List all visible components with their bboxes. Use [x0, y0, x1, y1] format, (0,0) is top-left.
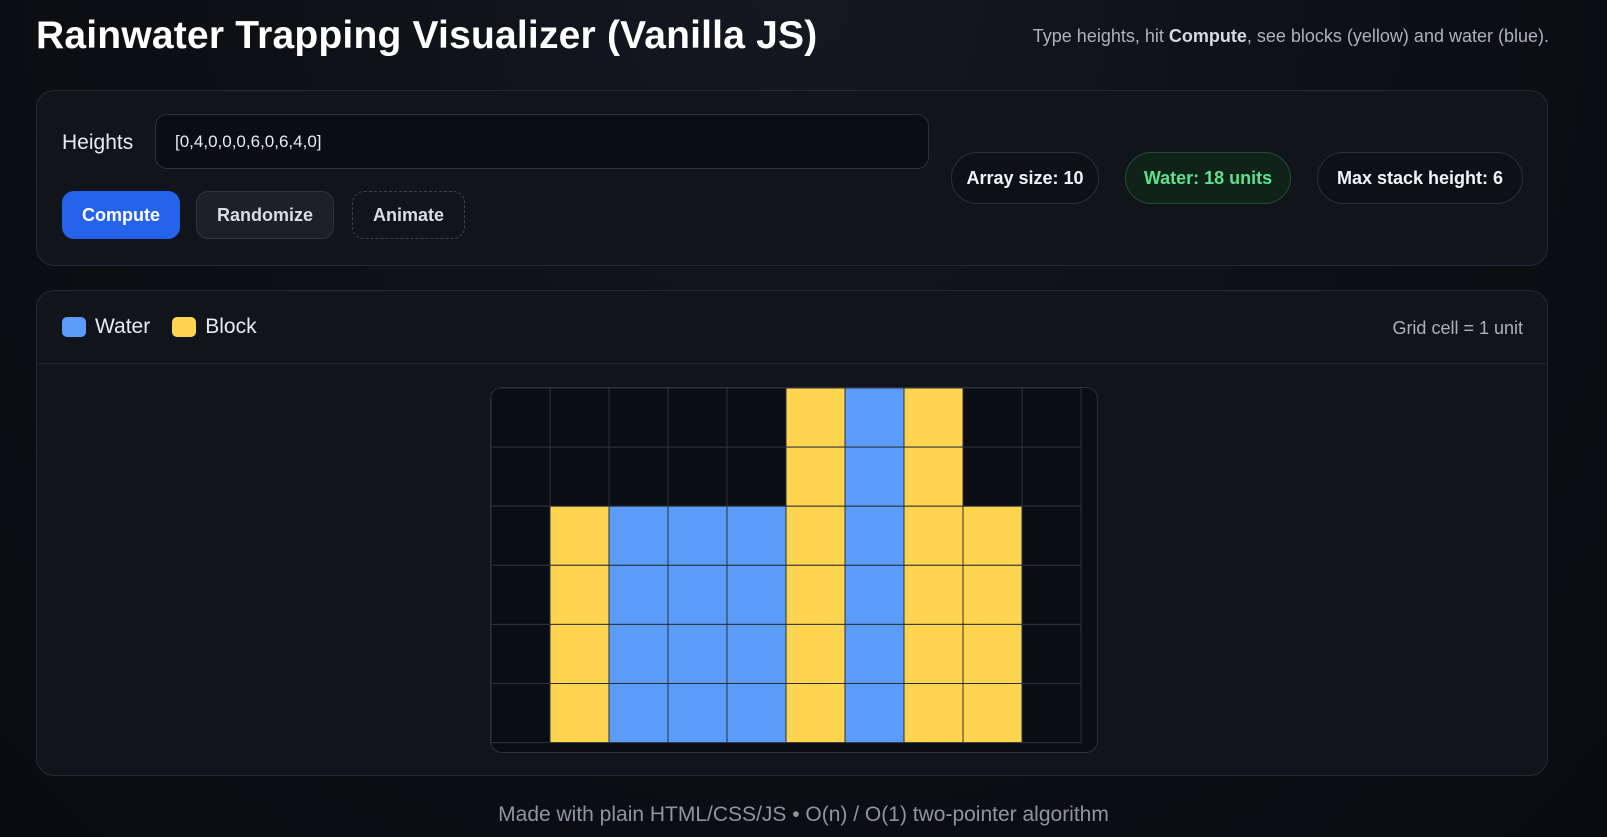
- legend-water-label: Water: [95, 315, 151, 338]
- empty-cell: [491, 623, 551, 684]
- block-cell: [785, 683, 846, 744]
- block-cell: [962, 683, 1023, 744]
- compute-button[interactable]: Compute: [62, 191, 180, 239]
- randomize-button[interactable]: Randomize: [196, 191, 334, 239]
- water-cell: [608, 505, 669, 566]
- empty-cell: [491, 446, 551, 507]
- page-subtitle: Type heights, hit Compute, see blocks (y…: [1033, 26, 1549, 47]
- block-cell: [549, 623, 610, 684]
- water-cell: [667, 564, 728, 625]
- block-cell: [549, 564, 610, 625]
- visualization-card: Water Block Grid cell = 1 unit: [36, 290, 1548, 776]
- controls-card: Heights Compute Randomize Animate Array …: [36, 90, 1548, 266]
- block-cell: [903, 446, 964, 507]
- water-swatch: [62, 317, 86, 337]
- water-cell: [726, 623, 787, 684]
- subtitle-text-start: Type heights, hit: [1032, 26, 1169, 46]
- water-cell: [608, 564, 669, 625]
- water-cell: [608, 623, 669, 684]
- legend-block-label: Block: [205, 315, 257, 338]
- water-cell: [844, 505, 905, 566]
- empty-cell: [1021, 505, 1082, 566]
- empty-cell: [608, 446, 669, 507]
- footer-note: Made with plain HTML/CSS/JS • O(n) / O(1…: [498, 803, 1109, 826]
- water-cell: [608, 683, 669, 744]
- block-cell: [903, 388, 964, 448]
- empty-cell: [1021, 683, 1082, 744]
- empty-cell: [1021, 446, 1082, 507]
- block-cell: [903, 564, 964, 625]
- empty-cell: [1021, 623, 1082, 684]
- empty-cell: [491, 564, 551, 625]
- elevation-grid: [491, 388, 1082, 744]
- block-cell: [785, 505, 846, 566]
- animate-button[interactable]: Animate: [352, 191, 465, 239]
- legend: Water Block: [62, 315, 279, 339]
- water-cell: [667, 623, 728, 684]
- block-cell: [785, 564, 846, 625]
- heights-label: Heights: [62, 131, 134, 154]
- block-cell: [549, 505, 610, 566]
- heights-input[interactable]: [155, 114, 929, 169]
- water-cell: [844, 564, 905, 625]
- water-cell: [667, 505, 728, 566]
- block-cell: [962, 623, 1023, 684]
- water-cell: [844, 683, 905, 744]
- water-cell: [844, 446, 905, 507]
- water-cell: [844, 388, 905, 448]
- block-swatch: [172, 317, 197, 337]
- block-cell: [903, 623, 964, 684]
- block-cell: [962, 564, 1023, 625]
- water-units-badge: Water: 18 units: [1125, 152, 1291, 204]
- empty-cell: [1021, 388, 1082, 448]
- water-cell: [726, 683, 787, 744]
- empty-cell: [608, 388, 669, 448]
- section-divider: [37, 363, 1547, 364]
- max-stack-height-badge: Max stack height: 6: [1317, 152, 1523, 204]
- array-size-badge: Array size: 10: [951, 152, 1099, 204]
- empty-cell: [549, 388, 610, 448]
- water-cell: [726, 564, 787, 625]
- block-cell: [785, 623, 846, 684]
- block-cell: [785, 446, 846, 507]
- page-title: Rainwater Trapping Visualizer (Vanilla J…: [36, 14, 818, 57]
- block-cell: [903, 505, 964, 566]
- water-cell: [726, 505, 787, 566]
- block-cell: [549, 683, 610, 744]
- empty-cell: [667, 446, 728, 507]
- empty-cell: [491, 683, 551, 744]
- empty-cell: [667, 388, 728, 448]
- grid-cell-note: Grid cell = 1 unit: [1392, 318, 1523, 338]
- elevation-grid-frame: [490, 387, 1098, 753]
- empty-cell: [726, 446, 787, 507]
- water-cell: [667, 683, 728, 744]
- block-cell: [903, 683, 964, 744]
- block-cell: [785, 388, 846, 448]
- water-cell: [844, 623, 905, 684]
- empty-cell: [549, 446, 610, 507]
- empty-cell: [962, 446, 1023, 507]
- empty-cell: [1021, 564, 1082, 625]
- empty-cell: [962, 388, 1023, 448]
- empty-cell: [491, 388, 551, 448]
- subtitle-compute-emphasis: Compute: [1168, 26, 1247, 46]
- empty-cell: [491, 505, 551, 566]
- subtitle-text-end: , see blocks (yellow) and water (blue).: [1246, 26, 1549, 46]
- empty-cell: [726, 388, 787, 448]
- block-cell: [962, 505, 1023, 566]
